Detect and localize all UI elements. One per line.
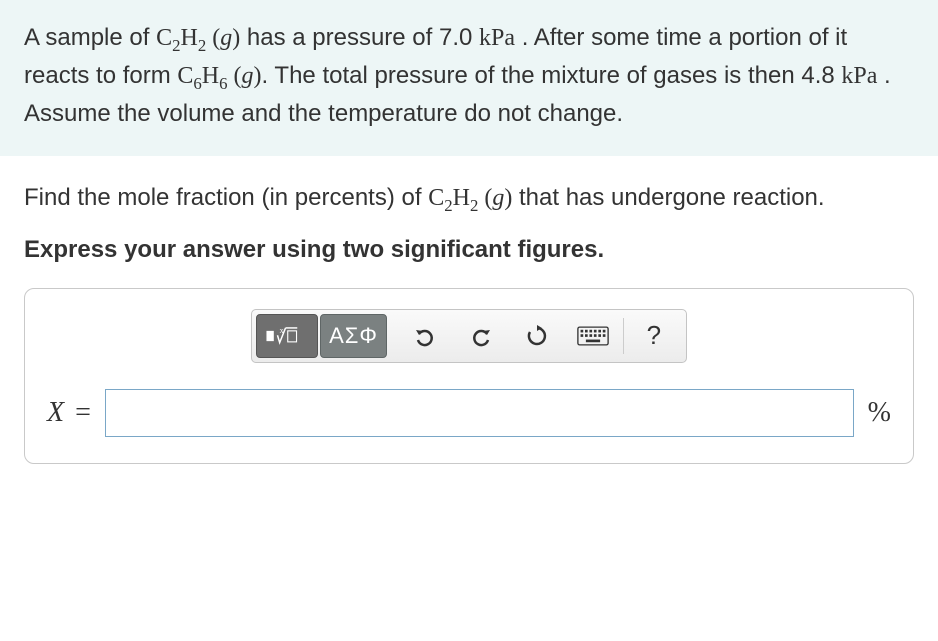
- math-template-icon: x: [265, 324, 309, 348]
- intro-text: A sample of: [24, 24, 156, 51]
- formula-c2h2: C2H2: [428, 185, 478, 211]
- keyboard-icon: [577, 326, 609, 346]
- undo-button[interactable]: [397, 314, 453, 358]
- toolbar-separator: [623, 318, 624, 354]
- unit-kpa: kPa: [841, 63, 877, 89]
- redo-icon: [469, 324, 493, 348]
- reset-icon: [525, 324, 549, 348]
- reset-button[interactable]: [509, 314, 565, 358]
- formula-c2h2: C2H2: [156, 25, 206, 51]
- redo-button[interactable]: [453, 314, 509, 358]
- keyboard-button[interactable]: [565, 314, 621, 358]
- template-button[interactable]: x: [256, 314, 318, 358]
- state-g: (g): [228, 63, 262, 89]
- help-button[interactable]: ?: [626, 314, 682, 358]
- greek-button[interactable]: ΑΣΦ: [320, 314, 387, 358]
- unit-kpa: kPa: [479, 25, 515, 51]
- answer-input-row: X = %: [47, 389, 891, 437]
- question-text: Find the mole fraction (in percents) of …: [24, 180, 914, 218]
- undo-icon: [413, 324, 437, 348]
- state-g: (g): [478, 185, 512, 211]
- equation-toolbar: x ΑΣΦ: [251, 309, 687, 363]
- problem-intro: A sample of C2H2 (g) has a pressure of 7…: [0, 0, 938, 156]
- answer-instruction: Express your answer using two significan…: [24, 232, 914, 268]
- answer-input[interactable]: [105, 389, 854, 437]
- variable-label: X =: [47, 397, 91, 429]
- answer-box: x ΑΣΦ: [24, 288, 914, 464]
- formula-c6h6: C6H6: [177, 63, 227, 89]
- question-section: Find the mole fraction (in percents) of …: [0, 156, 938, 268]
- unit-label: %: [868, 397, 891, 429]
- help-label: ?: [647, 320, 661, 351]
- greek-label: ΑΣΦ: [329, 323, 378, 349]
- state-g: (g): [206, 25, 240, 51]
